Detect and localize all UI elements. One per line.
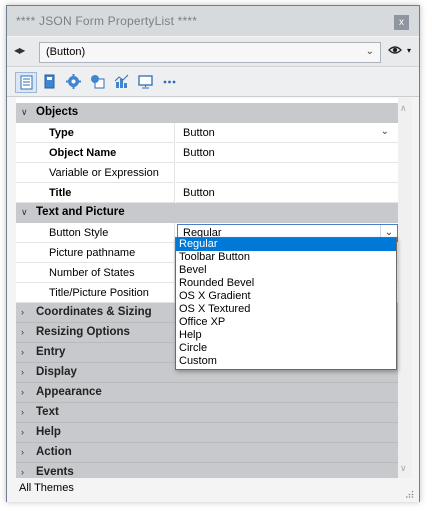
property-name: Variable or Expression (16, 163, 175, 183)
collapse-arrow-icon: › (21, 427, 24, 437)
display-icon[interactable] (135, 72, 157, 93)
group-label: Coordinates & Sizing (36, 306, 152, 318)
dropdown-option[interactable]: Custom (176, 355, 396, 368)
property-name: Type (16, 123, 175, 143)
property-value[interactable] (176, 163, 398, 183)
chevron-down-icon: ⌄ (365, 46, 374, 57)
property-name: Picture pathname (16, 243, 175, 263)
scroll-down-icon[interactable]: ∨ (400, 463, 407, 474)
group-help[interactable]: › Help (16, 423, 398, 443)
expand-arrow-icon: ∨ (21, 107, 28, 117)
collapse-arrow-icon: › (21, 407, 24, 417)
dropdown-option[interactable]: Circle (176, 342, 396, 355)
status-bar: All Themes (7, 479, 419, 502)
property-row-title[interactable]: Title Button (16, 183, 398, 203)
group-text-and-picture[interactable]: ∨ Text and Picture (16, 203, 398, 223)
chart-icon[interactable] (111, 72, 133, 93)
chevron-down-icon[interactable]: ⌄ (381, 126, 389, 137)
property-row-object-name[interactable]: Object Name Button (16, 143, 398, 163)
object-icon[interactable] (39, 72, 61, 93)
list-icon[interactable] (15, 72, 37, 93)
close-icon[interactable]: x (394, 15, 409, 30)
property-value-text: Button (183, 127, 215, 139)
collapse-arrow-icon: › (21, 327, 24, 337)
group-label: Display (36, 366, 77, 378)
eye-menu-caret-icon[interactable]: ▾ (407, 46, 411, 55)
property-value[interactable]: Button (176, 183, 398, 203)
navigate-arrows-icon[interactable]: ◀▶ (14, 46, 25, 55)
theme-status[interactable]: All Themes (19, 482, 74, 494)
group-label: Objects (36, 106, 79, 118)
group-label: Action (36, 446, 72, 458)
toolbar (7, 68, 419, 97)
property-value[interactable]: Button (176, 143, 398, 163)
property-name: Number of States (16, 263, 175, 283)
group-text[interactable]: › Text (16, 403, 398, 423)
group-objects[interactable]: ∨ Objects (16, 103, 398, 123)
gear-icon[interactable] (63, 72, 85, 93)
group-label: Resizing Options (36, 326, 130, 338)
collapse-arrow-icon: › (21, 467, 24, 477)
group-appearance[interactable]: › Appearance (16, 383, 398, 403)
dropdown-option[interactable]: Rounded Bevel (176, 277, 396, 290)
title-bar[interactable]: **** JSON Form PropertyList **** x (7, 6, 419, 36)
collapse-arrow-icon: › (21, 387, 24, 397)
group-label: Help (36, 426, 61, 438)
collapse-arrow-icon: › (21, 367, 24, 377)
resize-grip-icon[interactable] (406, 490, 414, 498)
property-name: Object Name (16, 143, 175, 163)
dropdown-option[interactable]: Regular (176, 238, 396, 251)
scroll-up-icon[interactable]: ∧ (400, 103, 407, 114)
group-label: Text (36, 406, 59, 418)
vertical-scrollbar[interactable]: ∧ ∨ (398, 98, 412, 478)
dropdown-option[interactable]: Bevel (176, 264, 396, 277)
group-events[interactable]: › Events (16, 463, 398, 478)
group-label: Entry (36, 346, 66, 358)
collapse-arrow-icon: › (21, 347, 24, 357)
button-style-dropdown-list: Regular Toolbar Button Bevel Rounded Bevel O… (175, 237, 397, 370)
object-select-value: (Button) (46, 46, 86, 58)
property-value[interactable]: Button ⌄ (176, 123, 398, 143)
group-label: Appearance (36, 386, 102, 398)
property-row-type[interactable]: Type Button ⌄ (16, 123, 398, 143)
collapse-arrow-icon: › (21, 307, 24, 317)
expand-arrow-icon: ∨ (21, 207, 28, 217)
dropdown-option[interactable]: Office XP (176, 316, 396, 329)
dropdown-option[interactable]: OS X Textured (176, 303, 396, 316)
group-action[interactable]: › Action (16, 443, 398, 463)
dropdown-option[interactable]: Help (176, 329, 396, 342)
property-name: Title/Picture Position (16, 283, 175, 303)
dropdown-option[interactable]: OS X Gradient (176, 290, 396, 303)
object-selector-bar: ◀▶ (Button) ⌄ ▾ (7, 37, 419, 67)
collapse-arrow-icon: › (21, 447, 24, 457)
more-icon[interactable] (159, 72, 181, 93)
dropdown-option[interactable]: Toolbar Button (176, 251, 396, 264)
group-label: Events (36, 466, 74, 478)
property-name: Button Style (16, 223, 175, 243)
window-title: **** JSON Form PropertyList **** (16, 14, 198, 28)
shapes-icon[interactable] (87, 72, 109, 93)
object-select[interactable]: (Button) ⌄ (39, 42, 381, 63)
property-row-variable[interactable]: Variable or Expression (16, 163, 398, 183)
eye-icon[interactable] (388, 43, 402, 57)
property-name: Title (16, 183, 175, 203)
group-label: Text and Picture (36, 206, 125, 218)
